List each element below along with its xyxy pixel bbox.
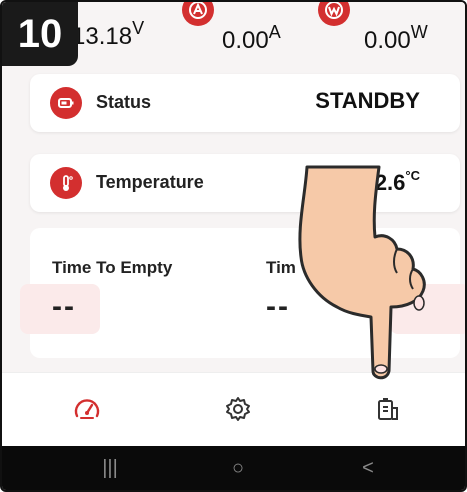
nav-battery-info-button[interactable] xyxy=(368,389,408,429)
current-value: 0.00A xyxy=(222,22,281,55)
recents-button[interactable]: ||| xyxy=(90,454,130,482)
nav-settings-button[interactable] xyxy=(218,389,258,429)
status-card: Status STANDBY xyxy=(30,74,460,132)
time-to-empty-label: Time To Empty xyxy=(52,258,173,277)
battery-icon xyxy=(50,87,82,119)
current-number: 0.00 xyxy=(222,27,269,54)
power-unit: W xyxy=(410,22,428,42)
home-button[interactable]: ○ xyxy=(218,454,258,482)
back-button[interactable]: < xyxy=(348,454,388,482)
time-to-empty-value: -- xyxy=(52,290,76,323)
voltage-unit: V xyxy=(132,18,145,38)
gear-icon xyxy=(226,397,250,421)
step-badge: 10 xyxy=(2,2,78,66)
current-unit: A xyxy=(268,22,281,42)
pointing-hand-illustration xyxy=(298,165,426,380)
status-label: Status xyxy=(96,92,152,112)
status-value: STANDBY xyxy=(315,88,420,113)
system-nav-bar: ||| ○ < xyxy=(2,446,465,490)
nav-dashboard-button[interactable] xyxy=(67,389,107,429)
power-value: 0.00W xyxy=(364,22,428,55)
power-icon xyxy=(318,2,350,26)
speedometer-icon xyxy=(74,399,100,419)
temperature-label: Temperature xyxy=(96,172,204,192)
thermometer-icon xyxy=(50,167,82,199)
ampere-icon xyxy=(182,2,214,26)
voltage-number: 13.18 xyxy=(72,23,133,50)
voltage-value: 13.18V xyxy=(72,18,144,51)
app-screen: 13.18V 0.00A 0.00W 10 Status STANDBY Tem… xyxy=(0,0,467,492)
power-number: 0.00 xyxy=(364,27,411,54)
battery-info-icon xyxy=(378,398,398,420)
